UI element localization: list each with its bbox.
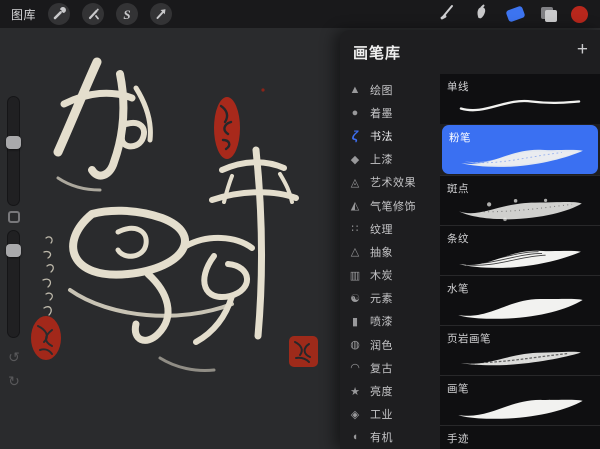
brush-blotchy[interactable]: 斑点 xyxy=(440,175,600,225)
paint-drop-icon: ◆ xyxy=(350,153,360,166)
erase-tool-button[interactable] xyxy=(498,5,532,23)
wrench-icon xyxy=(52,7,66,21)
canvas[interactable] xyxy=(0,28,340,449)
sparkle-icon: ★ xyxy=(350,385,360,398)
leaf-icon: ◖ xyxy=(351,431,359,444)
transform-button[interactable] xyxy=(150,3,173,25)
smudge-finger-icon xyxy=(472,3,490,26)
red-seal-right xyxy=(289,336,318,367)
texture-dots-icon: ∷ xyxy=(351,223,359,236)
panel-header: 画笔库 + xyxy=(340,30,600,70)
spray-can-icon: ▮ xyxy=(351,315,359,328)
transform-arrow-icon xyxy=(154,7,168,21)
category-luminance[interactable]: ★ 亮度 xyxy=(340,379,440,402)
brush-streaks[interactable]: 条纹 xyxy=(440,225,600,275)
category-vintage[interactable]: ◠ 复古 xyxy=(340,356,440,379)
category-elements[interactable]: ☯ 元素 xyxy=(340,287,440,310)
eraser-icon xyxy=(504,5,526,23)
brush-monoline[interactable]: 单线 xyxy=(440,74,600,124)
actions-button[interactable] xyxy=(48,3,71,25)
brush-stroke-preview xyxy=(459,198,582,222)
category-airbrushing[interactable]: ◭ 气笔修饰 xyxy=(340,194,440,217)
category-organic[interactable]: ◖ 有机 xyxy=(340,426,440,449)
brush-water-pen[interactable]: 水笔 xyxy=(440,275,600,325)
brush-stroke-preview xyxy=(458,298,583,319)
brush-stroke-preview xyxy=(459,250,581,268)
red-seal-top xyxy=(214,97,240,159)
brush-brush[interactable]: 画笔 xyxy=(440,375,600,425)
layers-icon xyxy=(541,6,557,22)
adjustments-button[interactable] xyxy=(82,3,105,25)
category-artistic[interactable]: ◬ 艺术效果 xyxy=(340,171,440,194)
category-spraypaints[interactable]: ▮ 喷漆 xyxy=(340,310,440,333)
red-seal-left xyxy=(31,316,61,360)
brush-stroke-preview xyxy=(461,149,583,167)
airbrush-icon: ◭ xyxy=(350,200,360,213)
artistic-brush-icon: ◬ xyxy=(350,176,360,189)
brush-library-panel: 画笔库 + ▲ 绘图 ● 着墨 ζ 书法 ◆ 上漆 ◬ 艺术效果 ◭ 气笔修饰 ∷ 纹理 △ 抽… xyxy=(340,30,600,449)
selection-s-icon: S xyxy=(123,6,131,22)
paint-tool-button[interactable] xyxy=(430,3,464,26)
add-brush-button[interactable]: + xyxy=(577,39,588,61)
category-industrial[interactable]: ◈ 工业 xyxy=(340,403,440,426)
category-retouching[interactable]: ◍ 润色 xyxy=(340,333,440,356)
anvil-icon: ◈ xyxy=(350,408,360,421)
top-toolbar: 图库 S xyxy=(0,0,600,28)
smudge-tool-button[interactable] xyxy=(464,3,498,26)
brush-stroke-preview xyxy=(458,399,583,419)
gallery-button[interactable]: 图库 xyxy=(11,6,36,23)
brush-list: 单线 粉笔 斑点 条纹 水笔 页岩画笔 画笔 手迹 xyxy=(440,74,600,449)
category-textures[interactable]: ∷ 纹理 xyxy=(340,217,440,240)
painting-tools xyxy=(430,0,600,28)
brush-stroke-preview xyxy=(460,351,581,366)
magic-wand-icon xyxy=(86,7,100,21)
panel-title: 画笔库 xyxy=(353,45,402,62)
brush-shale[interactable]: 页岩画笔 xyxy=(440,325,600,375)
brush-script[interactable]: 手迹 xyxy=(440,425,600,449)
brush-size-handle[interactable] xyxy=(6,136,21,149)
brush-category-list: ▲ 绘图 ● 着墨 ζ 书法 ◆ 上漆 ◬ 艺术效果 ◭ 气笔修饰 ∷ 纹理 △ 抽象 ▥ 木炭 … xyxy=(340,78,440,449)
category-painting[interactable]: ◆ 上漆 xyxy=(340,148,440,171)
calligraphy-flourish-icon: ζ xyxy=(351,128,359,144)
layers-button[interactable] xyxy=(532,6,566,22)
modify-button[interactable] xyxy=(8,211,20,223)
brush-opacity-handle[interactable] xyxy=(6,244,21,257)
selection-button[interactable]: S xyxy=(116,3,139,25)
calligraphy-artwork xyxy=(31,57,318,372)
lightbulb-icon: ◍ xyxy=(350,339,360,352)
brush-chalk[interactable]: 粉笔 xyxy=(442,125,598,174)
brush-stroke-preview xyxy=(459,99,581,112)
brush-size-slider[interactable] xyxy=(7,96,20,206)
charcoal-sticks-icon: ▥ xyxy=(349,269,361,282)
category-inking[interactable]: ● 着墨 xyxy=(340,101,440,124)
brush-tip-icon: ▲ xyxy=(349,83,361,96)
triangle-icon: △ xyxy=(350,246,360,259)
yin-yang-icon: ☯ xyxy=(350,292,360,305)
color-swatch-icon xyxy=(570,5,588,23)
brush-icon xyxy=(438,3,456,26)
rainbow-icon: ◠ xyxy=(350,362,360,375)
color-button[interactable] xyxy=(566,5,600,23)
undo-button[interactable]: ↺ xyxy=(5,348,23,366)
category-drawing[interactable]: ▲ 绘图 xyxy=(340,78,440,101)
category-charcoal[interactable]: ▥ 木炭 xyxy=(340,264,440,287)
ink-drop-icon: ● xyxy=(351,106,359,119)
category-abstract[interactable]: △ 抽象 xyxy=(340,240,440,263)
category-calligraphy[interactable]: ζ 书法 xyxy=(340,124,440,147)
redo-button[interactable]: ↻ xyxy=(5,372,23,390)
artist-signature xyxy=(42,236,54,316)
